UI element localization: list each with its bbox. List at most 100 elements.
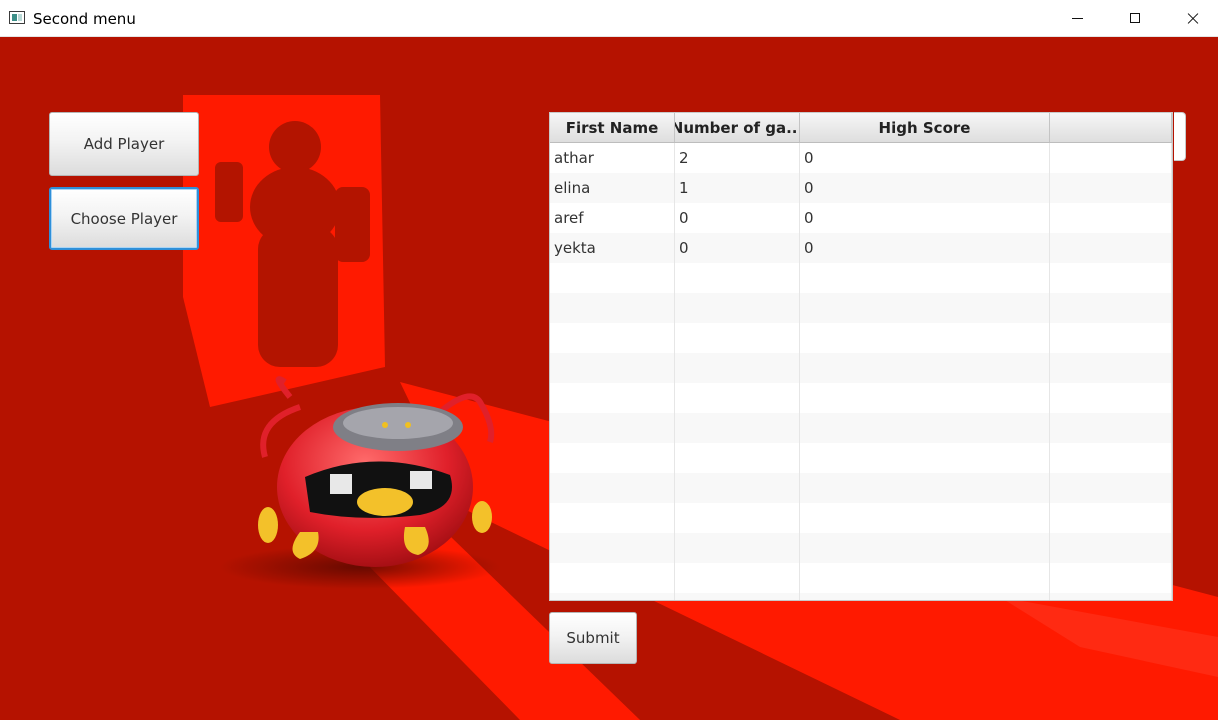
window-title: Second menu [33, 10, 136, 28]
table-row[interactable]: elina 1 0 [550, 173, 1172, 203]
table-body: athar 2 0 elina 1 0 aref 0 0 yekta 0 0 [550, 143, 1172, 600]
cell-number-of-games [675, 473, 800, 503]
cell-high-score [800, 533, 1050, 563]
cell-number-of-games [675, 563, 800, 593]
table-row[interactable] [550, 443, 1172, 473]
cell-first-name: yekta [550, 233, 675, 263]
cell-number-of-games [675, 413, 800, 443]
table-row[interactable] [550, 413, 1172, 443]
column-header-number-of-games[interactable]: Number of ga... [675, 113, 800, 142]
cell-first-name [550, 563, 675, 593]
cell-filler [1050, 533, 1172, 563]
cell-first-name [550, 533, 675, 563]
cell-filler [1050, 593, 1172, 600]
cell-high-score [800, 383, 1050, 413]
cell-number-of-games [675, 443, 800, 473]
table-row[interactable] [550, 293, 1172, 323]
cell-number-of-games [675, 263, 800, 293]
cell-filler [1050, 263, 1172, 293]
cell-filler [1050, 383, 1172, 413]
cell-high-score [800, 473, 1050, 503]
cell-high-score [800, 323, 1050, 353]
app-icon [9, 11, 25, 24]
cell-number-of-games: 0 [675, 233, 800, 263]
column-header-high-score[interactable]: High Score [800, 113, 1050, 142]
cell-high-score [800, 563, 1050, 593]
cell-number-of-games [675, 593, 800, 600]
minimize-button[interactable] [1048, 0, 1106, 36]
table-row[interactable] [550, 263, 1172, 293]
cell-filler [1050, 173, 1172, 203]
table-row[interactable] [550, 473, 1172, 503]
cell-high-score: 0 [800, 203, 1050, 233]
table-row[interactable] [550, 353, 1172, 383]
cell-filler [1050, 503, 1172, 533]
table-row[interactable]: athar 2 0 [550, 143, 1172, 173]
cell-number-of-games [675, 293, 800, 323]
cell-number-of-games: 1 [675, 173, 800, 203]
choose-player-button[interactable]: Choose Player [49, 187, 199, 250]
title-bar: Second menu [0, 0, 1218, 37]
cell-first-name [550, 263, 675, 293]
cell-high-score [800, 443, 1050, 473]
cell-filler [1050, 473, 1172, 503]
table-row[interactable] [550, 593, 1172, 600]
close-button[interactable] [1164, 0, 1218, 36]
cell-filler [1050, 143, 1172, 173]
cell-first-name [550, 593, 675, 600]
cell-high-score [800, 593, 1050, 600]
cell-high-score: 0 [800, 143, 1050, 173]
cell-filler [1050, 233, 1172, 263]
cell-high-score [800, 413, 1050, 443]
cell-filler [1050, 563, 1172, 593]
add-player-button[interactable]: Add Player [49, 112, 199, 176]
table-row[interactable] [550, 323, 1172, 353]
maximize-button[interactable] [1106, 0, 1164, 36]
cell-high-score [800, 503, 1050, 533]
table-header: First Name Number of ga... High Score [550, 113, 1172, 143]
table-row[interactable]: yekta 0 0 [550, 233, 1172, 263]
table-row[interactable]: aref 0 0 [550, 203, 1172, 233]
cell-number-of-games [675, 353, 800, 383]
cell-first-name: aref [550, 203, 675, 233]
table-row[interactable] [550, 383, 1172, 413]
cell-high-score: 0 [800, 233, 1050, 263]
game-background: Add Player Choose Player First Name Numb… [0, 37, 1218, 720]
cell-number-of-games [675, 503, 800, 533]
cell-first-name [550, 473, 675, 503]
cell-first-name [550, 413, 675, 443]
cell-first-name [550, 353, 675, 383]
cell-filler [1050, 443, 1172, 473]
minimize-icon [1071, 17, 1083, 19]
cell-first-name: athar [550, 143, 675, 173]
table-row[interactable] [550, 503, 1172, 533]
cell-filler [1050, 293, 1172, 323]
cell-high-score: 0 [800, 173, 1050, 203]
cell-first-name [550, 293, 675, 323]
cell-number-of-games: 2 [675, 143, 800, 173]
table-row[interactable] [550, 563, 1172, 593]
cell-first-name [550, 383, 675, 413]
submit-button[interactable]: Submit [549, 612, 637, 664]
cell-number-of-games [675, 533, 800, 563]
cell-number-of-games: 0 [675, 203, 800, 233]
players-table[interactable]: First Name Number of ga... High Score at… [549, 112, 1173, 601]
cell-number-of-games [675, 383, 800, 413]
table-row[interactable] [550, 533, 1172, 563]
cell-high-score [800, 353, 1050, 383]
cell-number-of-games [675, 323, 800, 353]
cell-first-name [550, 503, 675, 533]
cell-first-name: elina [550, 173, 675, 203]
cell-high-score [800, 293, 1050, 323]
cell-filler [1050, 323, 1172, 353]
column-header-first-name[interactable]: First Name [550, 113, 675, 142]
cell-filler [1050, 413, 1172, 443]
cell-filler [1050, 203, 1172, 233]
maximize-icon [1130, 13, 1140, 23]
cell-high-score [800, 263, 1050, 293]
column-header-filler [1050, 113, 1172, 142]
close-icon [1186, 11, 1200, 25]
table-scrollbar[interactable] [1174, 112, 1186, 161]
cell-first-name [550, 323, 675, 353]
cell-filler [1050, 353, 1172, 383]
